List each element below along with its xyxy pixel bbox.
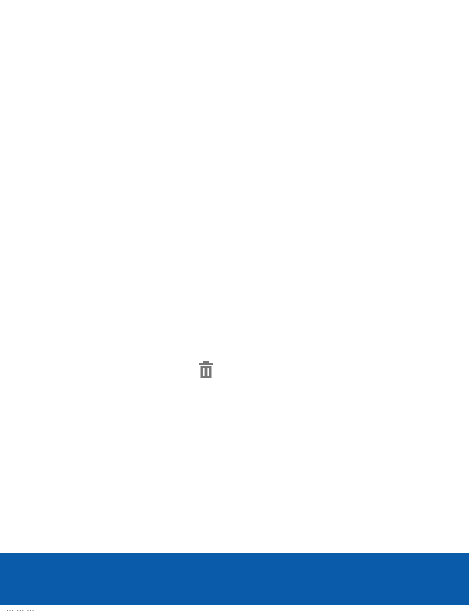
footer-partial-text: … … … (6, 605, 35, 613)
screen: … … … (0, 0, 469, 613)
bottom-strip: … … … (0, 605, 469, 613)
blank-content-area (0, 0, 469, 553)
bottom-bar (0, 553, 469, 605)
trash-can-icon[interactable] (197, 361, 215, 379)
